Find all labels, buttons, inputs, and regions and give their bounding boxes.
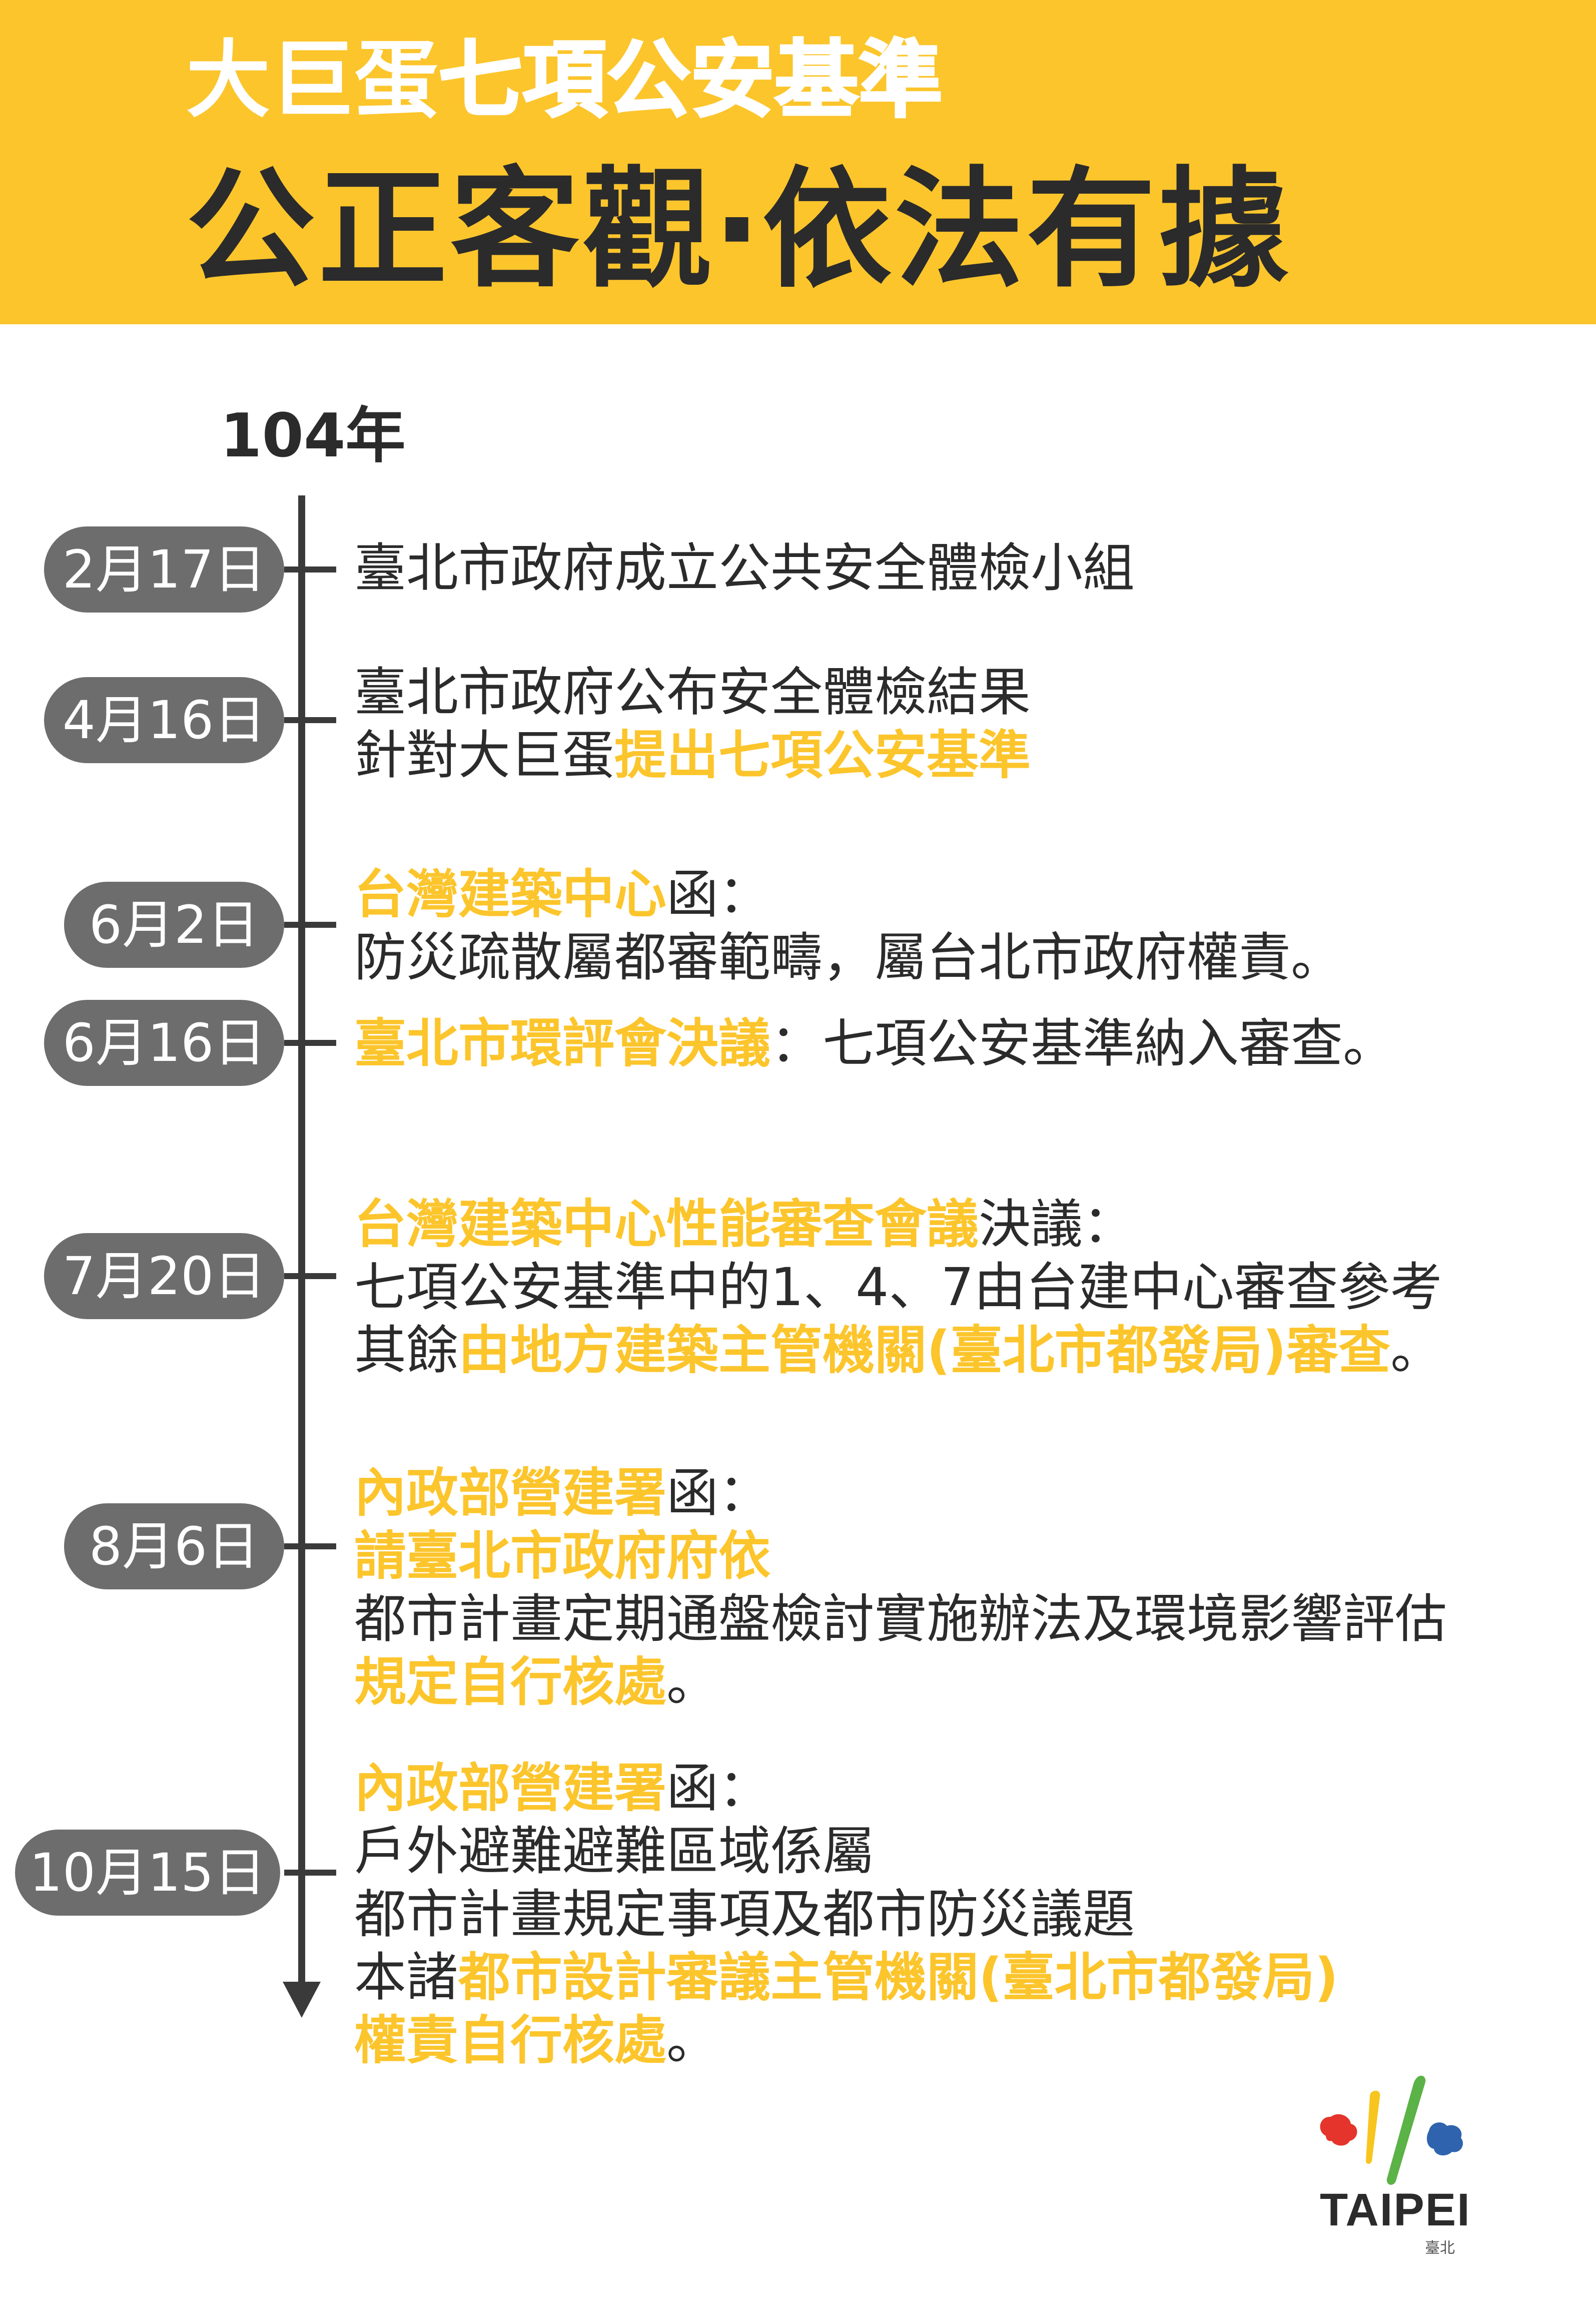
year-label: 104年 bbox=[220, 401, 406, 471]
timeline-tick bbox=[284, 922, 336, 928]
event-line: 內政部營建署函： bbox=[354, 1461, 1447, 1524]
event-line: 都市計畫規定事項及都市防災議題 bbox=[354, 1883, 1338, 1946]
date-pill: 6月2日 bbox=[64, 882, 284, 968]
date-pill: 6月16日 bbox=[44, 1000, 284, 1086]
event-line: 其餘由地方建築主管機關(臺北市都發局)審查。 bbox=[354, 1319, 1442, 1382]
event-line: 都市計畫定期通盤檢討實施辦法及環境影響評估 bbox=[354, 1587, 1447, 1650]
timeline-tick bbox=[284, 1870, 336, 1876]
event-text: 防災疏散屬都審範疇，屬台北市政府權責。 bbox=[354, 927, 1343, 988]
highlight-text: 內政部營建署 bbox=[354, 1758, 667, 1819]
event-line: 台灣建築中心函： bbox=[354, 863, 1343, 926]
highlight-text: 臺北市環評會決議 bbox=[354, 1013, 771, 1074]
page-title: 公正客觀‧依法有據 bbox=[186, 155, 1291, 305]
event-line: 權責自行核處。 bbox=[354, 2009, 1338, 2072]
logo-text: TAIPEI bbox=[1320, 2184, 1471, 2235]
timeline-tick bbox=[284, 717, 336, 723]
date-pill: 7月20日 bbox=[44, 1233, 284, 1319]
event-text: 臺北市政府成立公共安全體檢小組 bbox=[354, 537, 1135, 599]
title-line-1: 大巨蛋七項公安基準 bbox=[186, 37, 944, 123]
event-line: 臺北市環評會決議：七項公安基準納入審查。 bbox=[354, 1012, 1395, 1075]
timeline-arrow-icon bbox=[283, 1982, 321, 2018]
event-text: 函： bbox=[666, 864, 771, 925]
event-line: 針對大巨蛋提出七項公安基準 bbox=[354, 724, 1031, 787]
event-description: 臺北市環評會決議：七項公安基準納入審查。 bbox=[354, 1012, 1395, 1075]
event-line: 七項公安基準中的1、4、7由台建中心審查參考 bbox=[354, 1256, 1442, 1319]
highlight-text: 請臺北市政府府依 bbox=[354, 1525, 771, 1586]
highlight-text: 提出七項公安基準 bbox=[614, 725, 1031, 786]
event-description: 臺北市政府公布安全體檢結果 針對大巨蛋提出七項公安基準 bbox=[354, 661, 1031, 787]
event-text: 都市計畫定期通盤檢討實施辦法及環境影響評估 bbox=[354, 1588, 1447, 1649]
event-text: 都市計畫規定事項及都市防災議題 bbox=[354, 1884, 1135, 1945]
event-line: 防災疏散屬都審範疇，屬台北市政府權責。 bbox=[354, 926, 1343, 989]
event-text: 函： bbox=[666, 1758, 771, 1819]
highlight-text: 台灣建築中心性能審查會議 bbox=[354, 1194, 979, 1255]
event-text: 決議： bbox=[979, 1194, 1135, 1255]
event-text: 本諸 bbox=[354, 1947, 459, 2008]
event-description: 臺北市政府成立公共安全體檢小組 bbox=[354, 536, 1135, 600]
event-description: 台灣建築中心函： 防災疏散屬都審範疇，屬台北市政府權責。 bbox=[354, 863, 1343, 989]
event-text: 。 bbox=[666, 2010, 719, 2071]
event-text: 戶外避難避難區域係屬 bbox=[354, 1821, 875, 1882]
highlight-text: 台灣建築中心 bbox=[354, 864, 667, 925]
logo-subtext: 臺北 bbox=[1425, 2239, 1455, 2257]
event-description: 內政部營建署函： 請臺北市政府府依 都市計畫定期通盤檢討實施辦法及環境影響評估 規定自… bbox=[354, 1461, 1447, 1713]
timeline-tick bbox=[284, 1273, 336, 1279]
event-text: 針對大巨蛋 bbox=[354, 725, 615, 786]
highlight-text: 權責自行核處 bbox=[354, 2010, 667, 2071]
header-banner: 大巨蛋七項公安基準 公正客觀‧依法有據 bbox=[0, 0, 1596, 324]
date-pill: 4月16日 bbox=[44, 677, 284, 763]
timeline-tick bbox=[284, 1543, 336, 1549]
highlight-text: 內政部營建署 bbox=[354, 1462, 667, 1523]
event-text: 臺北市政府公布安全體檢結果 bbox=[354, 662, 1031, 723]
event-text: 。 bbox=[666, 1651, 719, 1712]
highlight-text: 規定自行核處 bbox=[354, 1651, 667, 1712]
timeline-tick bbox=[284, 1040, 336, 1046]
title-highlight: 七項公安基準 bbox=[437, 31, 944, 129]
event-line: 規定自行核處。 bbox=[354, 1650, 1447, 1713]
event-line: 請臺北市政府府依 bbox=[354, 1524, 1447, 1587]
title-prefix: 大巨蛋 bbox=[186, 31, 438, 129]
date-pill: 8月6日 bbox=[64, 1503, 284, 1589]
event-line: 臺北市政府公布安全體檢結果 bbox=[354, 661, 1031, 724]
date-pill: 10月15日 bbox=[15, 1830, 280, 1916]
event-description: 內政部營建署函： 戶外避難避難區域係屬 都市計畫規定事項及都市防災議題 本諸都市設計審… bbox=[354, 1757, 1338, 2072]
event-line: 內政部營建署函： bbox=[354, 1757, 1338, 1820]
highlight-text: 都市設計審議主管機關(臺北市都發局) bbox=[458, 1947, 1339, 2008]
event-text: 。 bbox=[1390, 1320, 1443, 1381]
event-text: 七項公安基準中的1、4、7由台建中心審查參考 bbox=[354, 1257, 1442, 1318]
event-line: 戶外避難避難區域係屬 bbox=[354, 1820, 1338, 1883]
timeline-tick bbox=[284, 566, 336, 572]
event-text: 函： bbox=[666, 1462, 771, 1523]
highlight-text: 由地方建築主管機關(臺北市都發局)審查 bbox=[458, 1320, 1391, 1381]
event-line: 台灣建築中心性能審查會議決議： bbox=[354, 1193, 1442, 1256]
event-description: 台灣建築中心性能審查會議決議： 七項公安基準中的1、4、7由台建中心審查參考 其餘由… bbox=[354, 1193, 1442, 1382]
event-text: 其餘 bbox=[354, 1320, 459, 1381]
date-pill: 2月17日 bbox=[44, 526, 284, 613]
event-line: 本諸都市設計審議主管機關(臺北市都發局) bbox=[354, 1946, 1338, 2009]
event-line: 臺北市政府成立公共安全體檢小組 bbox=[354, 536, 1135, 600]
event-text: ：七項公安基準納入審查。 bbox=[770, 1013, 1395, 1074]
